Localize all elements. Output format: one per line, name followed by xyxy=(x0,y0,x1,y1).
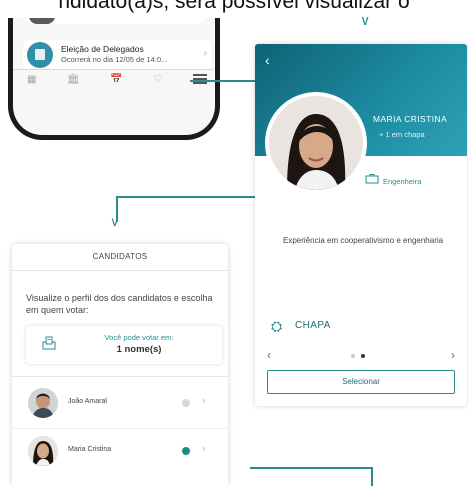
vote-limit-count: 1 nome(s) xyxy=(116,344,162,355)
avatar xyxy=(28,436,58,466)
nav-grid-icon[interactable]: ▦ xyxy=(27,74,36,86)
candidate-row[interactable]: Maria Cristina › xyxy=(12,432,228,472)
chevron-right-icon: › xyxy=(203,48,207,59)
candidates-card: CANDIDATOS Visualize o perfil dos dos ca… xyxy=(12,244,228,486)
candidates-header: CANDIDATOS xyxy=(12,244,228,271)
menu-icon[interactable] xyxy=(192,74,207,84)
connector-line xyxy=(116,196,256,198)
candidate-description: Experiência em cooperativismo e engenhar… xyxy=(283,236,444,245)
previous-icon[interactable]: ‹ xyxy=(267,348,271,362)
page-dot[interactable] xyxy=(351,354,355,358)
candidates-intro: Visualize o perfil dos dos candidatos e … xyxy=(26,293,213,315)
caption-text: ndidato(a)s, será possível visualizar o xyxy=(58,0,410,13)
select-radio[interactable] xyxy=(182,447,190,455)
pagination-dots xyxy=(351,354,365,358)
nav-bank-icon[interactable]: 🏛 xyxy=(67,74,80,86)
connector-line xyxy=(371,467,373,486)
chevron-down-icon: ∨ xyxy=(360,12,371,28)
candidate-profile-card: ‹ MARIA CRISTINA + 1 em chapa Engenheira… xyxy=(255,44,467,406)
next-icon[interactable]: › xyxy=(451,348,455,362)
election-card-subtitle: Ocorrerá no dia 12/05 de 14:0... xyxy=(61,55,168,64)
divider xyxy=(12,376,228,377)
nav-calendar-icon[interactable]: 📅 xyxy=(110,74,122,86)
candidate-profession: Engenheira xyxy=(383,177,422,186)
candidate-row-name: Maria Cristina xyxy=(68,446,112,453)
candidate-name: MARIA CRISTINA xyxy=(373,114,448,124)
select-button[interactable]: Selecionar xyxy=(267,370,455,394)
phone-mockup: Eleição de Delegados Ocorrerá no dia 12/… xyxy=(8,18,220,140)
connector-line xyxy=(250,467,372,469)
page-dot-active[interactable] xyxy=(361,354,365,358)
vote-limit-label: Você pode votar em: xyxy=(104,333,174,342)
bottom-nav: ▦ 🏛 📅 ♡ xyxy=(27,74,207,86)
candidate-row[interactable]: João Amaral › xyxy=(12,384,228,424)
nav-heart-icon[interactable]: ♡ xyxy=(153,74,162,86)
candidate-photo xyxy=(269,96,363,190)
group-icon: ⛭ xyxy=(271,318,283,334)
election-card[interactable]: Eleição de Delegados Ocorrerá no dia 12/… xyxy=(23,40,211,70)
vote-limit-box: Você pode votar em: 1 nome(s) xyxy=(26,326,222,364)
chevron-right-icon: › xyxy=(202,395,206,407)
election-card-title: Eleição de Delegados xyxy=(61,44,144,54)
card-icon xyxy=(29,18,55,24)
candidate-row-name: João Amaral xyxy=(68,398,107,405)
candidate-subtitle: + 1 em chapa xyxy=(379,130,425,139)
chevron-right-icon: › xyxy=(202,443,206,455)
briefcase-icon xyxy=(365,174,379,184)
chapa-label: CHAPA xyxy=(295,320,331,331)
select-radio[interactable] xyxy=(182,399,190,407)
previous-card xyxy=(25,18,205,24)
ballot-icon xyxy=(27,42,53,68)
back-icon[interactable]: ‹ xyxy=(265,52,270,68)
nav-divider xyxy=(13,69,213,70)
avatar xyxy=(28,388,58,418)
divider xyxy=(12,428,228,429)
chevron-down-icon: ∨ xyxy=(110,214,120,229)
